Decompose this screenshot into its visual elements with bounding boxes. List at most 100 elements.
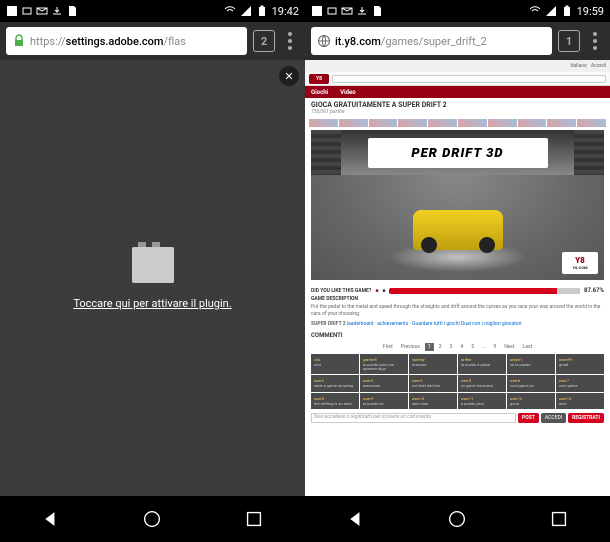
comment-cell[interactable]: xXxnice <box>311 354 359 375</box>
recent-button[interactable] <box>234 499 274 539</box>
comment-cell[interactable]: user11a puedo pero <box>458 393 506 409</box>
comment-cell[interactable]: user12good <box>507 393 555 409</box>
back-button[interactable] <box>336 499 376 539</box>
plugin-activate-link[interactable]: Toccare qui per attivare il plugin. <box>73 297 231 310</box>
menu-button[interactable] <box>586 30 604 52</box>
home-button[interactable] <box>132 499 172 539</box>
comment-cell[interactable]: speedybravooo <box>409 354 457 375</box>
thumb[interactable] <box>398 119 427 127</box>
comment-cell[interactable]: user10epic man <box>409 393 457 409</box>
game-description: Put the pedal to the metal and speed thr… <box>311 302 604 319</box>
site-header: Y8 <box>305 72 610 86</box>
page-content: Italiano Accedi Y8 Giochi Video GIOCA GR… <box>305 60 610 496</box>
comment-cell[interactable]: player1ok la puedo <box>507 354 555 375</box>
thumb[interactable] <box>458 119 487 127</box>
page-first[interactable]: First <box>380 343 396 351</box>
tab-count-button[interactable]: 2 <box>253 30 275 52</box>
recent-button[interactable] <box>539 499 579 539</box>
battery-icon <box>561 5 573 17</box>
page-3[interactable]: 3 <box>447 343 456 351</box>
page-9[interactable]: 9 <box>490 343 499 351</box>
comments-heading: COMMENTI <box>311 330 604 341</box>
like-yes[interactable]: ■ <box>375 288 378 294</box>
like-no[interactable]: ■ <box>382 288 385 294</box>
browser-chrome: it.y8.com/games/super_drift_2 1 <box>305 22 610 60</box>
game-car <box>413 210 503 250</box>
battery-icon <box>256 5 268 17</box>
comment-input[interactable]: Devi accedere o registrarti per scrivere… <box>311 413 516 423</box>
page-5[interactable]: 5 <box>468 343 477 351</box>
page-subtitle: 750,061 partite <box>311 109 604 115</box>
status-bar: 19:59 <box>305 0 610 22</box>
thumb[interactable] <box>339 119 368 127</box>
app-icon <box>6 5 18 17</box>
phone-left: 19:42 https://settings.adobe.com/flas 2 … <box>0 0 305 542</box>
series-label: SUPER DRIFT 2 <box>311 321 346 327</box>
comment-cell[interactable]: user9la puedo eh <box>360 393 408 409</box>
comment-cell[interactable]: user8the drifting is so hard <box>311 393 359 409</box>
page-prev[interactable]: Previous <box>398 343 423 351</box>
tab-count-button[interactable]: 1 <box>558 30 580 52</box>
tab-games[interactable]: Giochi <box>305 89 334 96</box>
register-button[interactable]: REGISTRATI <box>568 413 604 423</box>
post-button[interactable]: POST <box>518 413 539 423</box>
thumb[interactable] <box>518 119 547 127</box>
thumb[interactable] <box>309 119 338 127</box>
login-button[interactable]: ACCEDI <box>541 413 566 423</box>
comment-cell[interactable]: user6cool game yo <box>507 375 555 391</box>
app-icon <box>311 5 323 17</box>
signal-icon <box>240 5 252 17</box>
series-links[interactable]: leaderboard · achievements · Guardare tu… <box>347 320 522 328</box>
like-label: DID YOU LIKE THIS GAME? <box>311 288 371 294</box>
wifi-icon <box>224 5 236 17</box>
comment-cell[interactable]: drifterla puedo a ganar <box>458 354 506 375</box>
comment-grid: xXxnicegamer5la puedo pero me aparece al… <box>311 353 604 411</box>
notification-icon <box>21 5 33 17</box>
home-button[interactable] <box>437 499 477 539</box>
login-link[interactable]: Accedi <box>591 63 606 69</box>
thumbnail-strip <box>305 118 610 128</box>
comment-cell[interactable]: user5yo game hermano <box>458 375 506 391</box>
browser-chrome: https://settings.adobe.com/flas 2 <box>0 22 305 60</box>
thumb[interactable] <box>547 119 576 127</box>
game-canvas[interactable]: PER DRIFT 3D Y8Y8.COM <box>311 130 604 280</box>
comment-cell[interactable]: user2what a game amazing <box>311 375 359 391</box>
thumb[interactable] <box>369 119 398 127</box>
tab-videos[interactable]: Video <box>334 89 362 96</box>
page-last[interactable]: Last <box>520 343 536 351</box>
back-button[interactable] <box>31 499 71 539</box>
comment-cell[interactable]: gamer5la puedo pero me aparece algo <box>360 354 408 375</box>
nav-bar <box>0 496 305 542</box>
comment-cell[interactable]: user7cool game <box>556 375 604 391</box>
download-icon <box>51 5 63 17</box>
y8-logo[interactable]: Y8 <box>309 74 329 84</box>
url-bar[interactable]: it.y8.com/games/super_drift_2 <box>311 27 552 55</box>
comment-cell[interactable]: user3awesome <box>360 375 408 391</box>
y8-watermark: Y8Y8.COM <box>562 252 598 274</box>
sd-icon <box>66 5 78 17</box>
close-icon[interactable]: ✕ <box>279 66 299 86</box>
menu-button[interactable] <box>281 30 299 52</box>
like-bar <box>389 288 580 294</box>
lock-icon <box>12 34 26 48</box>
thumb[interactable] <box>577 119 606 127</box>
download-icon <box>356 5 368 17</box>
page-next[interactable]: Next <box>501 343 517 351</box>
comment-cell[interactable]: user4not that bad bro <box>409 375 457 391</box>
page-1[interactable]: 1 <box>425 343 434 351</box>
page-2[interactable]: 2 <box>436 343 445 351</box>
comment-cell[interactable]: user13nice <box>556 393 604 409</box>
sd-icon <box>371 5 383 17</box>
game-title-banner: PER DRIFT 3D <box>368 138 548 168</box>
thumb[interactable] <box>488 119 517 127</box>
page-4[interactable]: 4 <box>457 343 466 351</box>
url-bar[interactable]: https://settings.adobe.com/flas <box>6 27 247 55</box>
comment-form: Devi accedere o registrarti per scrivere… <box>311 410 604 426</box>
pagination: First Previous 1 2 3 4 5 … 9 Next Last <box>311 341 604 353</box>
thumb[interactable] <box>428 119 457 127</box>
comment-cell[interactable]: racer99great <box>556 354 604 375</box>
search-input[interactable] <box>332 75 606 83</box>
lang-link[interactable]: Italiano <box>570 63 586 69</box>
url-text: it.y8.com/games/super_drift_2 <box>335 35 487 48</box>
plugin-icon[interactable] <box>132 247 174 283</box>
